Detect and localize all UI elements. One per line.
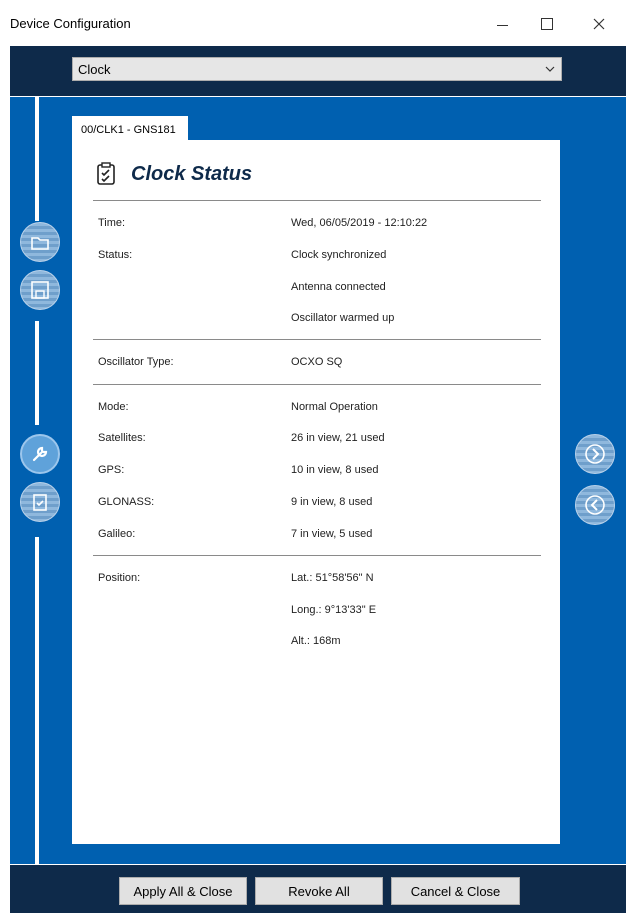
save-button[interactable] (20, 270, 60, 310)
clipboard-check-icon (97, 162, 115, 185)
window-title: Device Configuration (10, 16, 131, 31)
divider (93, 384, 541, 385)
maximize-icon (541, 18, 553, 30)
status-button[interactable] (20, 482, 60, 522)
device-tab[interactable]: 00/CLK1 - GNS181 (72, 116, 188, 140)
close-icon (593, 18, 605, 30)
chevron-down-icon (545, 66, 555, 72)
time-label: Time: (98, 217, 126, 229)
divider (93, 339, 541, 340)
open-folder-icon (31, 237, 49, 250)
revoke-all-button[interactable]: Revoke All (255, 877, 383, 905)
previous-button[interactable] (575, 485, 615, 525)
mode-label: Mode: (98, 401, 129, 413)
forward-icon (585, 444, 605, 464)
longitude-value: Long.: 9°13'33" E (291, 604, 377, 616)
wrench-icon (32, 446, 48, 462)
minimize-icon (496, 24, 508, 26)
oscillator-type-label: Oscillator Type: (98, 356, 174, 368)
altitude-value: Alt.: 168m (291, 635, 341, 647)
maximize-button[interactable] (530, 9, 564, 39)
time-value: Wed, 06/05/2019 - 12:10:22 (291, 217, 428, 229)
status-value: Clock synchronized (291, 249, 387, 261)
oscillator-type-value: OCXO SQ (291, 356, 343, 368)
gps-value: 10 in view, 8 used (291, 464, 379, 476)
cancel-close-button[interactable]: Cancel & Close (391, 877, 520, 905)
satellites-label: Satellites: (98, 432, 146, 444)
gps-label: GPS: (98, 464, 125, 476)
panel-title: Clock Status (131, 163, 253, 185)
clipboard-check-icon (33, 494, 47, 511)
close-button[interactable] (582, 9, 616, 39)
position-label: Position: (98, 572, 141, 584)
status-value: Oscillator warmed up (291, 312, 395, 324)
glonass-value: 9 in view, 8 used (291, 496, 373, 508)
open-button[interactable] (20, 222, 60, 262)
device-tab-label: 00/CLK1 - GNS181 (81, 124, 176, 136)
clock-status-panel (72, 140, 560, 844)
status-label: Status: (98, 249, 133, 261)
galileo-value: 7 in view, 5 used (291, 528, 373, 540)
back-icon (585, 495, 605, 515)
status-value: Antenna connected (291, 281, 386, 293)
divider (93, 555, 541, 556)
next-button[interactable] (575, 434, 615, 474)
save-icon (31, 281, 49, 299)
divider (93, 200, 541, 201)
title-bar: Device Configuration (0, 0, 626, 46)
glonass-label: GLONASS: (98, 496, 155, 508)
device-select-value: Clock (78, 62, 111, 77)
satellites-value: 26 in view, 21 used (291, 432, 385, 444)
device-select[interactable]: Clock (72, 57, 562, 81)
latitude-value: Lat.: 51°58'56" N (291, 572, 374, 584)
apply-all-close-button[interactable]: Apply All & Close (119, 877, 247, 905)
minimize-button[interactable] (485, 9, 519, 39)
configuration-button[interactable] (20, 434, 60, 474)
mode-value: Normal Operation (291, 401, 378, 413)
galileo-label: Galileo: (98, 528, 136, 540)
